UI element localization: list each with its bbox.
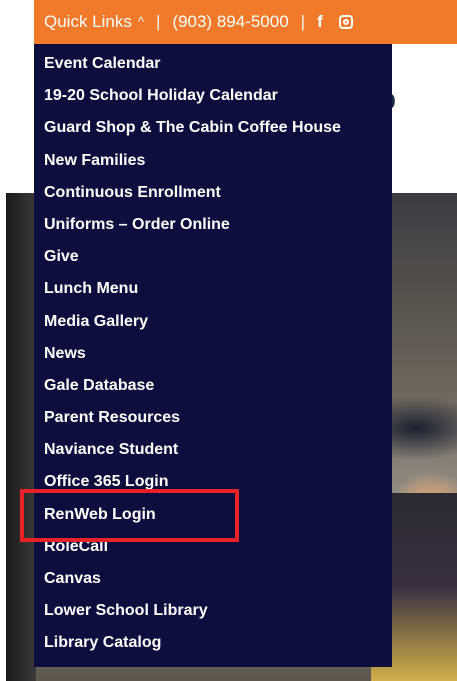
- quick-links-menu: Event Calendar 19-20 School Holiday Cale…: [34, 44, 392, 667]
- menu-item-naviance-student[interactable]: Naviance Student: [34, 438, 392, 470]
- menu-item-new-families[interactable]: New Families: [34, 149, 392, 181]
- phone-link[interactable]: (903) 894-5000: [172, 12, 288, 32]
- menu-item-media-gallery[interactable]: Media Gallery: [34, 310, 392, 342]
- menu-item-holiday-calendar[interactable]: 19-20 School Holiday Calendar: [34, 84, 392, 116]
- facebook-icon[interactable]: f: [317, 12, 323, 32]
- menu-item-event-calendar[interactable]: Event Calendar: [34, 52, 392, 84]
- quick-links-toggle[interactable]: Quick Links ^: [34, 12, 144, 32]
- menu-item-uniforms[interactable]: Uniforms – Order Online: [34, 213, 392, 245]
- menu-item-guard-shop[interactable]: Guard Shop & The Cabin Coffee House: [34, 116, 392, 148]
- menu-item-lunch-menu[interactable]: Lunch Menu: [34, 277, 392, 309]
- page: choo Quick Links ^ | (903) 894-5000 | f …: [0, 0, 457, 681]
- menu-item-give[interactable]: Give: [34, 245, 392, 277]
- menu-item-lower-school-library[interactable]: Lower School Library: [34, 599, 392, 631]
- menu-item-continuous-enrollment[interactable]: Continuous Enrollment: [34, 181, 392, 213]
- divider: |: [300, 12, 306, 31]
- chevron-up-icon: ^: [137, 13, 144, 29]
- quick-links-label: Quick Links: [44, 12, 132, 31]
- instagram-icon[interactable]: [338, 15, 353, 29]
- menu-item-library-catalog[interactable]: Library Catalog: [34, 631, 392, 663]
- menu-item-parent-resources[interactable]: Parent Resources: [34, 406, 392, 438]
- menu-item-office-365-login[interactable]: Office 365 Login: [34, 470, 392, 502]
- menu-item-news[interactable]: News: [34, 342, 392, 374]
- hero-shadow: [6, 193, 36, 681]
- menu-item-canvas[interactable]: Canvas: [34, 567, 392, 599]
- top-utility-bar: Quick Links ^ | (903) 894-5000 | f: [34, 0, 457, 44]
- menu-item-renweb-login[interactable]: RenWeb Login: [34, 503, 392, 535]
- menu-item-gale-database[interactable]: Gale Database: [34, 374, 392, 406]
- divider: |: [155, 12, 161, 31]
- menu-item-rolecall[interactable]: RoleCall: [34, 535, 392, 567]
